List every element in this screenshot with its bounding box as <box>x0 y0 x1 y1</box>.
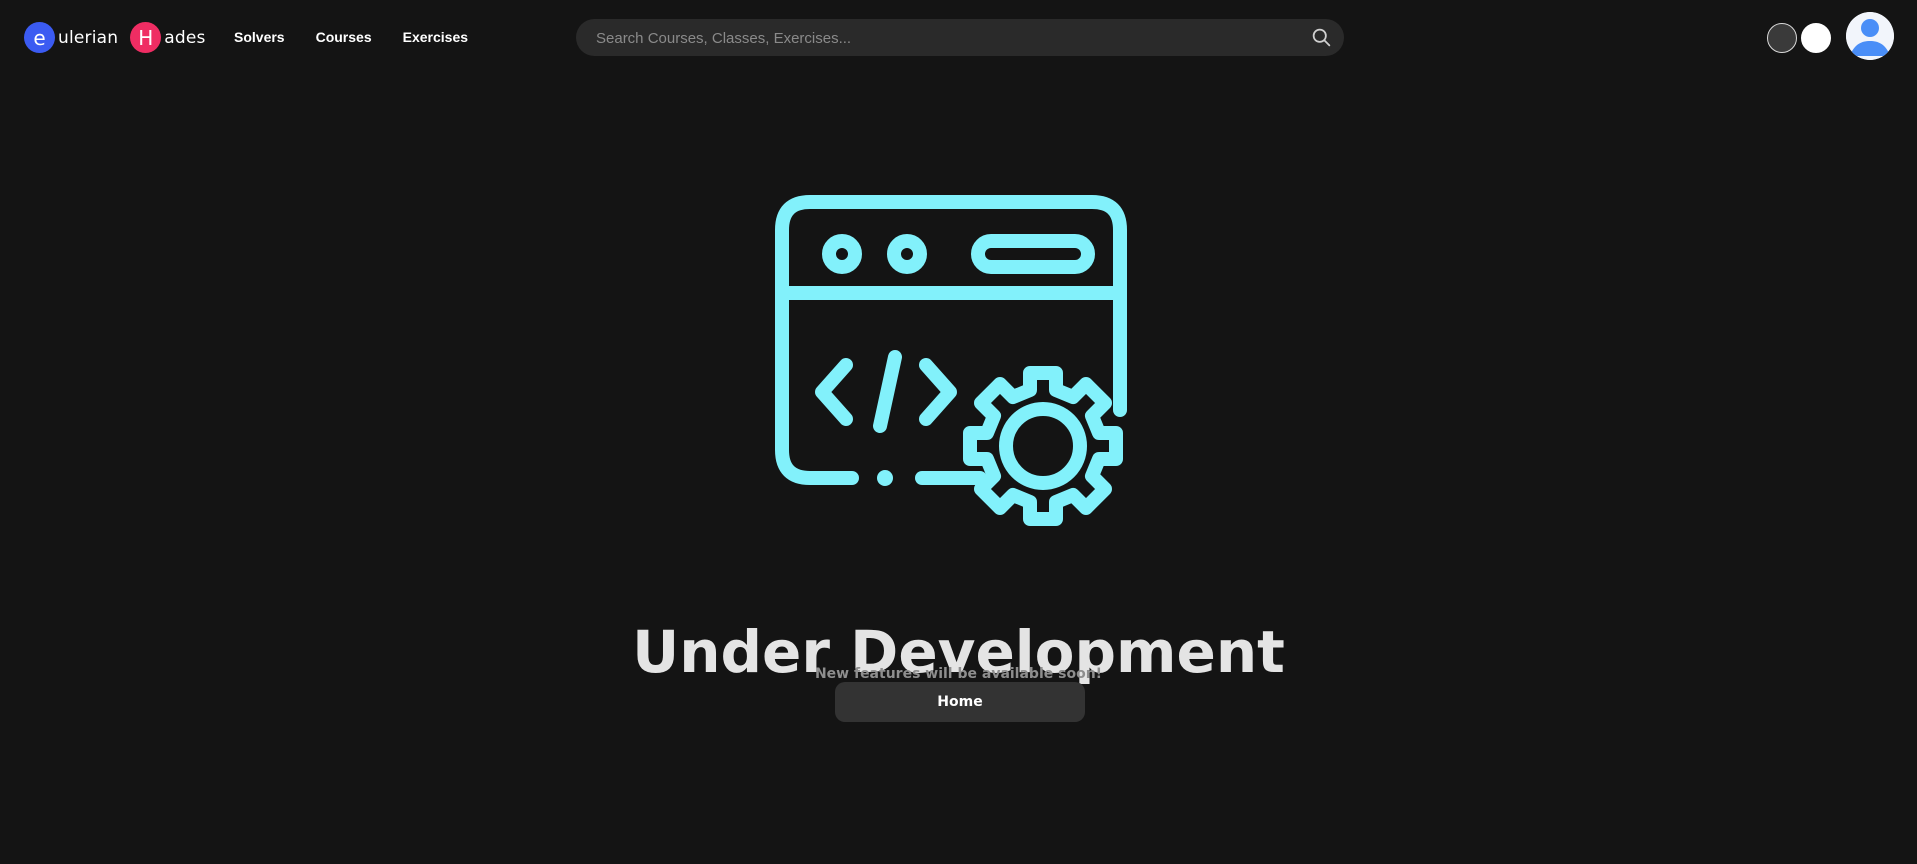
page-subtitle: New features will be available soon! <box>814 666 1103 682</box>
logo-word-eulerian: ulerian <box>58 27 119 48</box>
site-logo[interactable]: e ulerian H ades <box>24 22 206 53</box>
user-avatar-icon <box>1846 12 1894 60</box>
logo-word-hades: ades <box>164 27 206 48</box>
nav-item-exercises[interactable]: Exercises <box>403 27 468 47</box>
search-bar <box>576 19 1344 58</box>
theme-toggle <box>1767 23 1831 53</box>
user-avatar-button[interactable] <box>1846 12 1894 60</box>
search-icon[interactable] <box>1311 27 1332 48</box>
nav-item-solvers[interactable]: Solvers <box>234 27 285 47</box>
home-button[interactable]: Home <box>835 682 1085 722</box>
dark-theme-button[interactable] <box>1767 23 1797 53</box>
search-input[interactable] <box>594 19 1288 58</box>
light-theme-button[interactable] <box>1801 23 1831 53</box>
top-navigation-bar: e ulerian H ades Solvers Courses Exercis… <box>0 0 1917 74</box>
logo-badge-h: H <box>130 22 162 53</box>
web-development-settings-icon <box>775 195 1127 526</box>
main-nav: Solvers Courses Exercises <box>234 27 499 47</box>
nav-item-courses[interactable]: Courses <box>316 27 372 47</box>
logo-badge-e: e <box>24 22 55 53</box>
